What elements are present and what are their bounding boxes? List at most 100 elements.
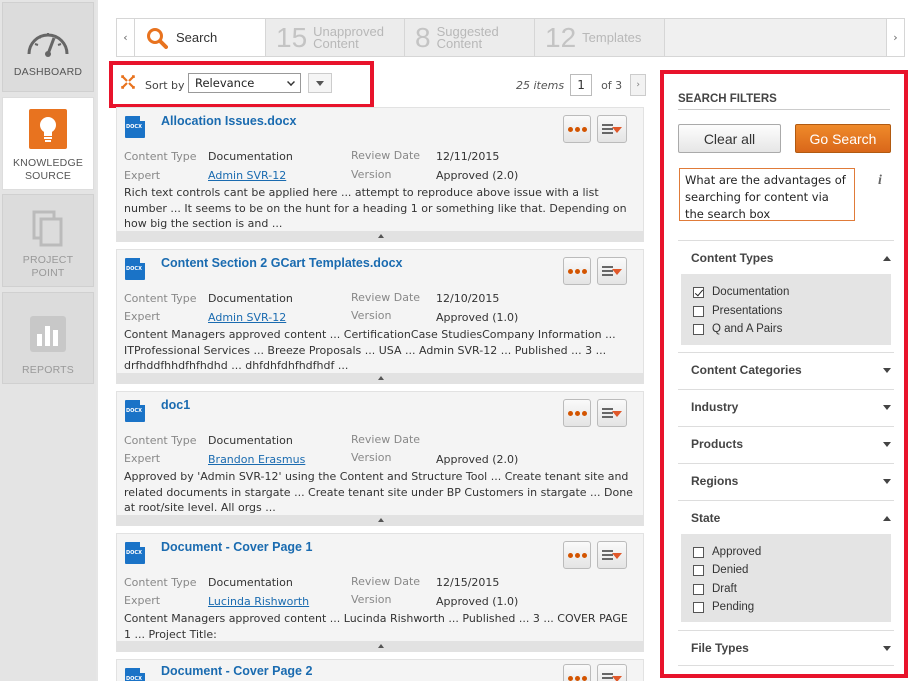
expert-link[interactable]: Admin SVR-12 — [208, 311, 286, 324]
caret-down-icon — [612, 553, 622, 559]
nav-knowledge-source-label: KNOWLEDGE SOURCE — [12, 157, 84, 182]
expand-toggle[interactable] — [117, 641, 643, 651]
result-title[interactable]: Content Section 2 GCart Templates.docx — [161, 256, 402, 270]
filter-section-industry[interactable]: Industry — [678, 389, 894, 425]
content-type-label: Content Type — [124, 150, 197, 163]
result-item: DOCX Document - Cover Page 2 — [116, 659, 644, 681]
option-label: Approved — [712, 546, 762, 558]
filter-section-label: Industry — [691, 400, 739, 414]
result-menu-button[interactable] — [597, 541, 627, 569]
tab-templates[interactable]: 12 Templates — [535, 19, 665, 56]
expert-link[interactable]: Brandon Erasmus — [208, 453, 305, 466]
result-menu-button[interactable] — [597, 664, 627, 681]
result-title[interactable]: Allocation Issues.docx — [161, 114, 296, 128]
filter-option[interactable]: Q and A Pairs — [693, 323, 782, 335]
content-type-value: Documentation — [208, 150, 293, 163]
content-type-value: Documentation — [208, 434, 293, 447]
checkbox[interactable] — [693, 601, 704, 613]
sort-by-label: Sort by — [145, 79, 185, 92]
docx-file-icon: DOCX — [125, 399, 146, 422]
filter-section-content-categories[interactable]: Content Categories — [678, 352, 894, 388]
sort-direction-button[interactable] — [308, 73, 332, 93]
nav-project-point[interactable]: PROJECT POINT — [2, 194, 94, 287]
checkbox[interactable] — [693, 305, 704, 317]
tab-suggested-content[interactable]: 8 Suggested Content — [405, 19, 535, 56]
more-options-button[interactable] — [563, 115, 591, 143]
nav-reports-label: REPORTS — [22, 364, 74, 376]
checkbox[interactable] — [693, 323, 704, 335]
item-count: 25 items — [516, 78, 565, 92]
result-actions — [563, 399, 627, 427]
filter-option[interactable]: Approved — [693, 546, 761, 558]
result-menu-button[interactable] — [597, 115, 627, 143]
expand-toggle[interactable] — [117, 231, 643, 241]
expert-link[interactable]: Admin SVR-12 — [208, 169, 286, 182]
nav-reports[interactable]: REPORTS — [2, 292, 94, 384]
checkbox[interactable] — [693, 546, 704, 558]
search-query-input[interactable]: What are the advantages of searching for… — [679, 168, 855, 221]
caret-up-icon — [378, 234, 384, 238]
result-menu-button[interactable] — [597, 399, 627, 427]
option-label: Documentation — [712, 286, 790, 298]
result-menu-button[interactable] — [597, 257, 627, 285]
more-options-button[interactable] — [563, 257, 591, 285]
content-type-label: Content Type — [124, 292, 197, 305]
result-item: DOCX Content Section 2 GCart Templates.d… — [116, 249, 644, 384]
filter-section-state[interactable]: State — [678, 500, 894, 536]
tab-search[interactable]: Search — [135, 19, 266, 56]
result-actions — [563, 664, 627, 681]
checkbox[interactable] — [693, 564, 704, 576]
version-value: Approved (1.0) — [436, 595, 519, 608]
expand-toggle[interactable] — [117, 373, 643, 383]
clear-all-button[interactable]: Clear all — [678, 124, 781, 153]
filter-option[interactable]: Denied — [693, 564, 748, 576]
tab-scroll-right-button[interactable]: › — [886, 19, 904, 56]
page-total: of 3 — [601, 78, 623, 92]
filter-section-label: Content Types — [691, 251, 774, 265]
go-search-button[interactable]: Go Search — [795, 124, 891, 153]
filter-option[interactable]: Pending — [693, 601, 754, 613]
filter-section-regions[interactable]: Regions — [678, 463, 894, 499]
expert-label: Expert — [124, 452, 161, 465]
filter-section-content-types[interactable]: Content Types — [678, 240, 894, 276]
nav-knowledge-source[interactable]: KNOWLEDGE SOURCE — [2, 97, 94, 190]
tab-unapproved-content[interactable]: 15 Unapproved Content — [266, 19, 405, 56]
filter-option[interactable]: Draft — [693, 583, 737, 595]
page-number-input[interactable]: 1 — [570, 74, 593, 96]
tab-search-label: Search — [176, 29, 218, 45]
checkbox-checked[interactable] — [693, 286, 704, 298]
caret-down-icon — [883, 479, 891, 484]
filter-option[interactable]: Documentation — [693, 286, 789, 298]
state-options: Approved Denied Draft Pending — [681, 534, 891, 622]
expert-link[interactable]: Lucinda Rishworth — [208, 595, 309, 608]
more-options-button[interactable] — [563, 664, 591, 681]
tab-scroll-left-button[interactable]: ‹ — [117, 19, 135, 56]
filter-section-file-types[interactable]: File Types — [678, 630, 894, 666]
sort-select[interactable]: Relevance — [188, 73, 301, 93]
version-value: Approved (2.0) — [436, 453, 519, 466]
caret-down-icon — [316, 80, 324, 86]
result-item: DOCX Allocation Issues.docx Content Type… — [116, 107, 644, 242]
info-icon[interactable]: i — [878, 173, 882, 189]
checkbox[interactable] — [693, 583, 704, 595]
filter-section-products[interactable]: Products — [678, 426, 894, 462]
result-title[interactable]: Document - Cover Page 1 — [161, 540, 312, 554]
review-date-value: 12/15/2015 — [436, 576, 500, 589]
version-value: Approved (2.0) — [436, 169, 519, 182]
nav-project-point-label: PROJECT POINT — [22, 254, 74, 279]
expert-label: Expert — [124, 169, 161, 182]
sort-bar: Sort by Relevance — [109, 61, 374, 108]
more-options-button[interactable] — [563, 541, 591, 569]
result-title[interactable]: doc1 — [161, 398, 190, 412]
content-type-value: Documentation — [208, 576, 293, 589]
result-snippet: Rich text controls cant be applied here … — [124, 186, 627, 230]
nav-dashboard[interactable]: DASHBOARD — [2, 2, 94, 92]
filter-option[interactable]: Presentations — [693, 305, 782, 317]
content-type-value: Documentation — [208, 292, 293, 305]
more-options-button[interactable] — [563, 399, 591, 427]
next-page-button[interactable]: › — [630, 74, 647, 96]
result-title[interactable]: Document - Cover Page 2 — [161, 664, 312, 678]
expand-toggle[interactable] — [117, 515, 643, 525]
caret-down-icon — [612, 411, 622, 417]
collapse-icon[interactable] — [121, 75, 135, 89]
